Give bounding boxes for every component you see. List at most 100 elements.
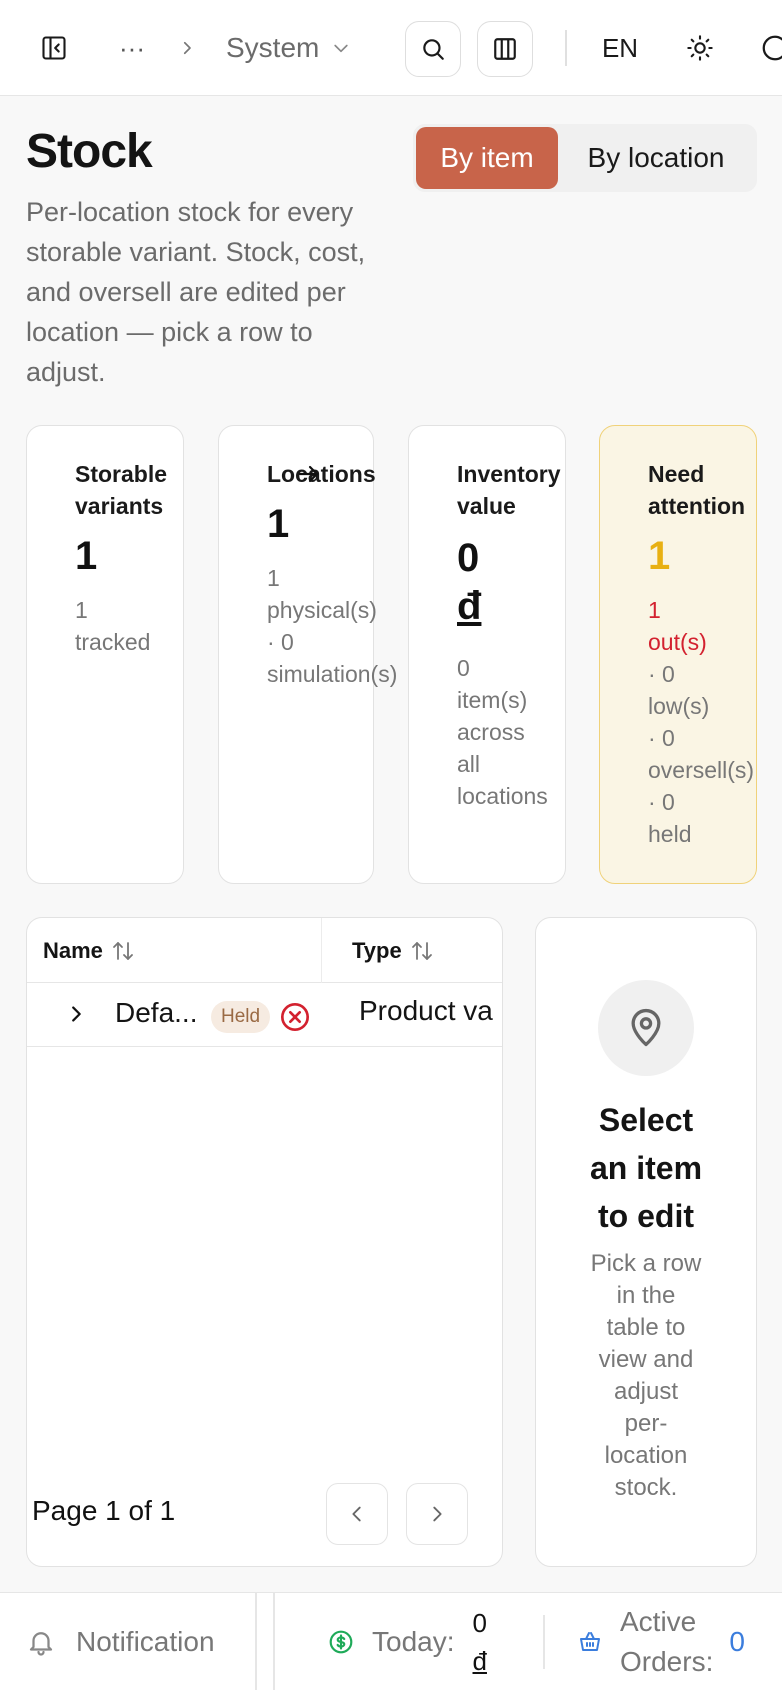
empty-state-title: Select an item to edit [536, 1096, 756, 1240]
stat-label: Locations [267, 461, 376, 487]
stat-label-line: variants [75, 493, 164, 519]
stat-subtext-line: tracked [75, 629, 151, 655]
pagination-label: Page 1 of 1 [32, 1495, 176, 1526]
next-page-button[interactable] [406, 1483, 468, 1545]
stat-subtext: 1 out(s) · 0 low(s) · 0 oversell(s) · 0 … [648, 594, 754, 850]
stat-label-line: Need [648, 461, 705, 487]
columns-button[interactable] [477, 21, 533, 77]
stat-value: 1 [267, 502, 290, 546]
currency-symbol: đ [457, 584, 482, 628]
active-orders-count: 0 [729, 1626, 745, 1657]
chevron-left-icon [346, 1503, 368, 1525]
arrow-right-icon [297, 462, 321, 491]
stat-subtext-line: low(s) [648, 693, 710, 719]
empty-state-line: table to [606, 1314, 686, 1341]
view-toggle: By item By location [413, 124, 757, 192]
stat-card-attention[interactable]: Need attention 1 1 out(s) · 0 low(s) · 0… [599, 425, 757, 884]
out-of-stock-icon [279, 1001, 311, 1033]
sun-icon [686, 34, 714, 62]
stat-subtext-line: · 0 [648, 789, 675, 815]
columns-icon [492, 36, 518, 62]
empty-state-line: adjust [613, 1378, 679, 1405]
empty-state-line: per- [624, 1410, 668, 1437]
basket-icon [578, 1630, 602, 1654]
user-circle-icon [760, 33, 782, 63]
stat-subtext-line: item(s) [457, 687, 528, 713]
empty-state-line: in the [616, 1282, 676, 1309]
empty-state-line: stock. [614, 1474, 678, 1501]
stat-subtext-line: 1 [75, 597, 88, 623]
empty-state-title-line: Select [598, 1102, 694, 1138]
stat-subtext-line: oversell(s) [648, 757, 755, 783]
sort-icon [410, 939, 434, 963]
breadcrumb-more[interactable]: ··· [112, 24, 152, 72]
user-menu[interactable] [760, 24, 782, 72]
bell-icon [26, 1627, 56, 1657]
stat-subtext-line: 1 [267, 565, 280, 591]
breadcrumb-current-label: System [226, 32, 320, 63]
stat-value: 1 [75, 534, 98, 578]
empty-state-line: location [604, 1442, 688, 1469]
stat-card-locations[interactable]: Locations 1 1 physical(s) · 0 simulation… [218, 425, 397, 884]
stat-subtext-line: across [457, 719, 525, 745]
search-icon [420, 36, 446, 62]
chevron-down-icon [331, 38, 351, 58]
today-currency: đ [472, 1646, 487, 1676]
stat-subtext-line: · 0 [267, 629, 294, 655]
empty-state-line: Pick a row [590, 1250, 702, 1277]
dollar-circle-icon [328, 1629, 354, 1655]
notification-button[interactable]: Notification [26, 1593, 215, 1690]
by-location-tab[interactable]: By location [558, 127, 754, 189]
theme-toggle[interactable] [676, 24, 724, 72]
active-orders-label-line: Active [620, 1606, 697, 1637]
column-divider [321, 918, 322, 983]
stat-label-line: attention [648, 493, 746, 519]
column-header-name[interactable]: Name [43, 918, 135, 983]
active-orders[interactable]: Active Orders: 0 [578, 1593, 745, 1690]
location-pin-icon [598, 980, 694, 1076]
column-header-type[interactable]: Type [352, 918, 434, 983]
table-row[interactable]: Defa... Held Product va [27, 983, 502, 1047]
stat-label: Need attention [648, 458, 745, 522]
empty-state-title-line: an item [589, 1150, 703, 1186]
top-bar: ··· System EN [0, 0, 782, 96]
stat-value: 1 [648, 534, 671, 578]
statusbar-divider [273, 1593, 275, 1690]
stat-label: Storable variants [75, 458, 167, 522]
stat-subtext-line: physical(s) [267, 597, 377, 623]
statusbar-divider [255, 1593, 257, 1690]
stat-subtext: 0 item(s) across all locations [457, 652, 548, 812]
breadcrumb-chevron-icon [172, 28, 202, 68]
today-value: 0 đ [473, 1604, 487, 1680]
search-button[interactable] [405, 21, 461, 77]
stat-subtext-line: · 0 [648, 725, 675, 751]
topbar-divider [565, 30, 567, 66]
today-label: Today: [372, 1626, 455, 1657]
sidebar-toggle-icon[interactable] [30, 24, 78, 72]
stat-subtext-line: 0 [457, 655, 470, 681]
empty-state-description: Pick a row in the table to view and adju… [566, 1248, 726, 1504]
stat-label-line: Inventory [457, 461, 561, 487]
stat-subtext-line: held [648, 821, 692, 847]
stat-label: Inventory value [457, 458, 561, 522]
page-description: Per-location stock for every storable va… [26, 197, 366, 387]
stat-subtext: 1 tracked [75, 594, 150, 658]
column-header-label: Type [352, 937, 402, 963]
column-header-label: Name [43, 937, 103, 963]
notification-label: Notification [76, 1626, 215, 1657]
stat-card-inventory: Inventory value 0 đ 0 item(s) across all… [408, 425, 566, 884]
by-item-tab[interactable]: By item [416, 127, 558, 189]
row-name: Defa... [115, 997, 198, 1028]
stat-subtext-line: simulation(s) [267, 661, 398, 687]
language-switch[interactable]: EN [594, 24, 646, 72]
breadcrumb-current[interactable]: System [226, 24, 351, 72]
chevron-right-icon [426, 1503, 448, 1525]
expand-chevron-icon[interactable] [65, 1003, 87, 1025]
today-revenue: Today: 0 đ [328, 1593, 487, 1690]
prev-page-button[interactable] [326, 1483, 388, 1545]
empty-state-line: view and [598, 1346, 694, 1373]
held-badge: Held [211, 1001, 271, 1033]
stat-subtext-line: 1 [648, 597, 661, 623]
stat-value-number: 0 [457, 536, 480, 580]
active-orders-label-line: Orders: [620, 1646, 714, 1677]
